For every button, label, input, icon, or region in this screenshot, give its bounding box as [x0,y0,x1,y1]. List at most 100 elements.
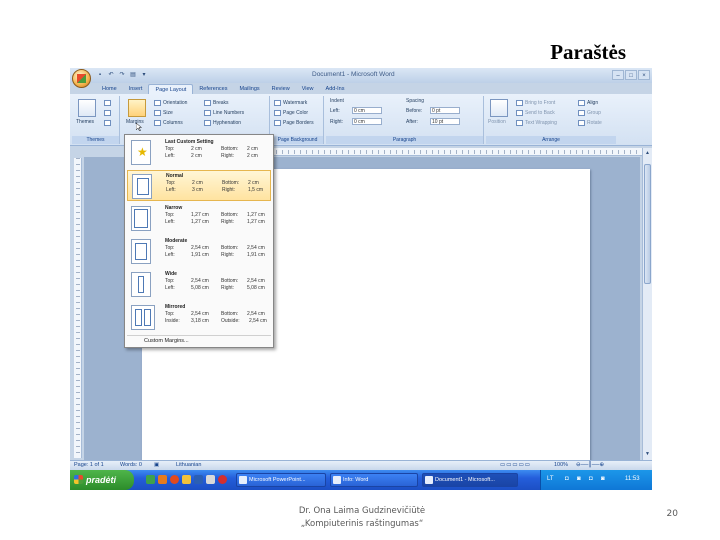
custom-margins-menu-item[interactable]: Custom Margins... [127,335,271,345]
quicklaunch-word-icon[interactable] [194,475,203,484]
taskbar-item-document1[interactable]: Document1 - Microsoft... [422,473,518,487]
tray-icon-3[interactable]: ◘ [589,476,593,482]
preset-outside-label: Outside: [221,318,240,324]
tab-insert[interactable]: Insert [123,84,149,94]
bring-to-front-button[interactable]: Bring to Front [516,100,555,106]
print-icon[interactable]: ▤ [129,71,137,79]
preset-top-value: 2 cm [191,146,202,152]
size-button[interactable]: Size [154,110,173,116]
indent-heading: Indent [330,98,344,104]
orientation-icon [154,100,161,106]
page-color-button[interactable]: Page Color [274,110,308,116]
office-button[interactable] [72,69,91,88]
preset-bottom-label: Bottom: [221,311,239,317]
tab-home[interactable]: Home [96,84,123,94]
orientation-button[interactable]: Orientation [154,100,187,106]
zoom-slider[interactable]: ⊖──┃──⊕ [576,461,604,470]
quicklaunch-opera-icon[interactable] [218,475,227,484]
line-numbers-button[interactable]: Line Numbers [204,110,244,116]
task-label: Document1 - Microsoft... [435,477,495,483]
columns-label: Columns [163,120,183,126]
tab-mailings[interactable]: Mailings [233,84,265,94]
margin-preset-last-custom[interactable]: ★ Last Custom Setting Top: 2 cm Left: 2 … [127,137,271,168]
margin-preset-narrow[interactable]: Narrow Top: 1,27 cm Left: 1,27 cm Bottom… [127,203,271,234]
qat-customize-icon[interactable]: ▾ [140,71,148,79]
page-borders-button[interactable]: Page Borders [274,120,314,126]
preset-name: Narrow [165,205,183,211]
indent-left-field[interactable]: 0 cm [352,107,382,114]
view-buttons[interactable]: ▭▭▭▭▭ [500,461,531,470]
taskbar-item-info[interactable]: Info: Word [330,473,418,487]
vertical-scrollbar[interactable]: ▲ ▼ [642,148,652,460]
themes-group-label: Themes [72,136,119,144]
text-wrapping-button[interactable]: Text Wrapping [516,120,557,126]
status-page[interactable]: Page: 1 of 1 [74,461,104,470]
quicklaunch-outlook-icon[interactable] [206,475,215,484]
save-icon[interactable]: ▪ [96,71,104,79]
scroll-up-icon[interactable]: ▲ [644,150,651,157]
preset-top-value: 2,54 cm [191,311,209,317]
preset-top-label: Top: [165,278,175,284]
tab-view[interactable]: View [296,84,320,94]
group-label: Group [587,110,601,116]
theme-fonts-icon[interactable] [104,110,111,116]
scroll-down-icon[interactable]: ▼ [644,451,651,458]
watermark-button[interactable]: Watermark [274,100,307,106]
language-indicator[interactable]: LT [547,476,554,482]
align-button[interactable]: Align [578,100,598,106]
tab-page-layout[interactable]: Page Layout [148,84,194,94]
slide-page-number: 20 [666,509,678,519]
hyphenation-button[interactable]: Hyphenation [204,120,241,126]
tray-icon-1[interactable]: ◘ [565,476,569,482]
breaks-button[interactable]: Breaks [204,100,229,106]
vertical-ruler[interactable] [74,158,82,458]
tab-references[interactable]: References [193,84,233,94]
zoom-level[interactable]: 100% [554,461,568,470]
theme-colors-icon[interactable] [104,100,111,106]
themes-icon[interactable] [78,99,96,117]
redo-icon[interactable]: ↷ [118,71,126,79]
tab-add-ins[interactable]: Add-Ins [320,84,351,94]
maximize-icon[interactable]: □ [625,70,637,80]
spelling-icon[interactable]: ▣ [154,461,159,470]
margin-preset-mirrored[interactable]: Mirrored Top: 2,54 cm Inside: 3,18 cm Bo… [127,302,271,333]
status-language[interactable]: Lithuanian [176,461,201,470]
position-label[interactable]: Position [488,119,506,125]
themes-button-label[interactable]: Themes [76,119,94,125]
quicklaunch-media-icon[interactable] [158,475,167,484]
text-wrapping-icon [516,120,523,126]
undo-icon[interactable]: ↶ [107,71,115,79]
preset-right-label: Right: [221,285,235,291]
status-words[interactable]: Words: 0 [120,461,142,470]
quicklaunch-folder-icon[interactable] [182,475,191,484]
rotate-button[interactable]: Rotate [578,120,602,126]
taskbar-item-powerpoint[interactable]: Microsoft PowerPoint... [236,473,326,487]
wide-preset-icon [131,272,151,297]
minimize-icon[interactable]: – [612,70,624,80]
scrollbar-thumb[interactable] [644,164,651,284]
start-button[interactable]: pradėti [70,470,134,490]
tab-review[interactable]: Review [266,84,296,94]
margin-preset-normal[interactable]: Normal Top: 2 cm Left: 3 cm Bottom: 2 cm… [127,170,271,201]
tray-icon-4[interactable]: ◙ [601,476,605,482]
margins-icon[interactable] [128,99,146,117]
group-button[interactable]: Group [578,110,601,116]
spacing-after-field[interactable]: 10 pt [430,118,460,125]
position-icon[interactable] [490,99,508,117]
preset-right-value: 1,27 cm [247,219,265,225]
quicklaunch-browser-icon[interactable] [146,475,155,484]
margin-preset-moderate[interactable]: Moderate Top: 2,54 cm Left: 1,91 cm Bott… [127,236,271,267]
indent-right-field[interactable]: 0 cm [352,118,382,125]
columns-button[interactable]: Columns [154,120,183,126]
quicklaunch-firefox-icon[interactable] [170,475,179,484]
size-label: Size [163,110,173,116]
margin-preset-wide[interactable]: Wide Top: 2,54 cm Left: 5,08 cm Bottom: … [127,269,271,300]
preset-bottom-value: 2,54 cm [247,278,265,284]
send-to-back-button[interactable]: Send to Back [516,110,555,116]
tray-icon-2[interactable]: ◙ [577,476,581,482]
close-icon[interactable]: × [638,70,650,80]
footer-course: „Kompiuterinis raštingumas“ [300,519,424,529]
theme-effects-icon[interactable] [104,120,111,126]
clock[interactable]: 11:53 [625,476,640,482]
spacing-before-field[interactable]: 0 pt [430,107,460,114]
